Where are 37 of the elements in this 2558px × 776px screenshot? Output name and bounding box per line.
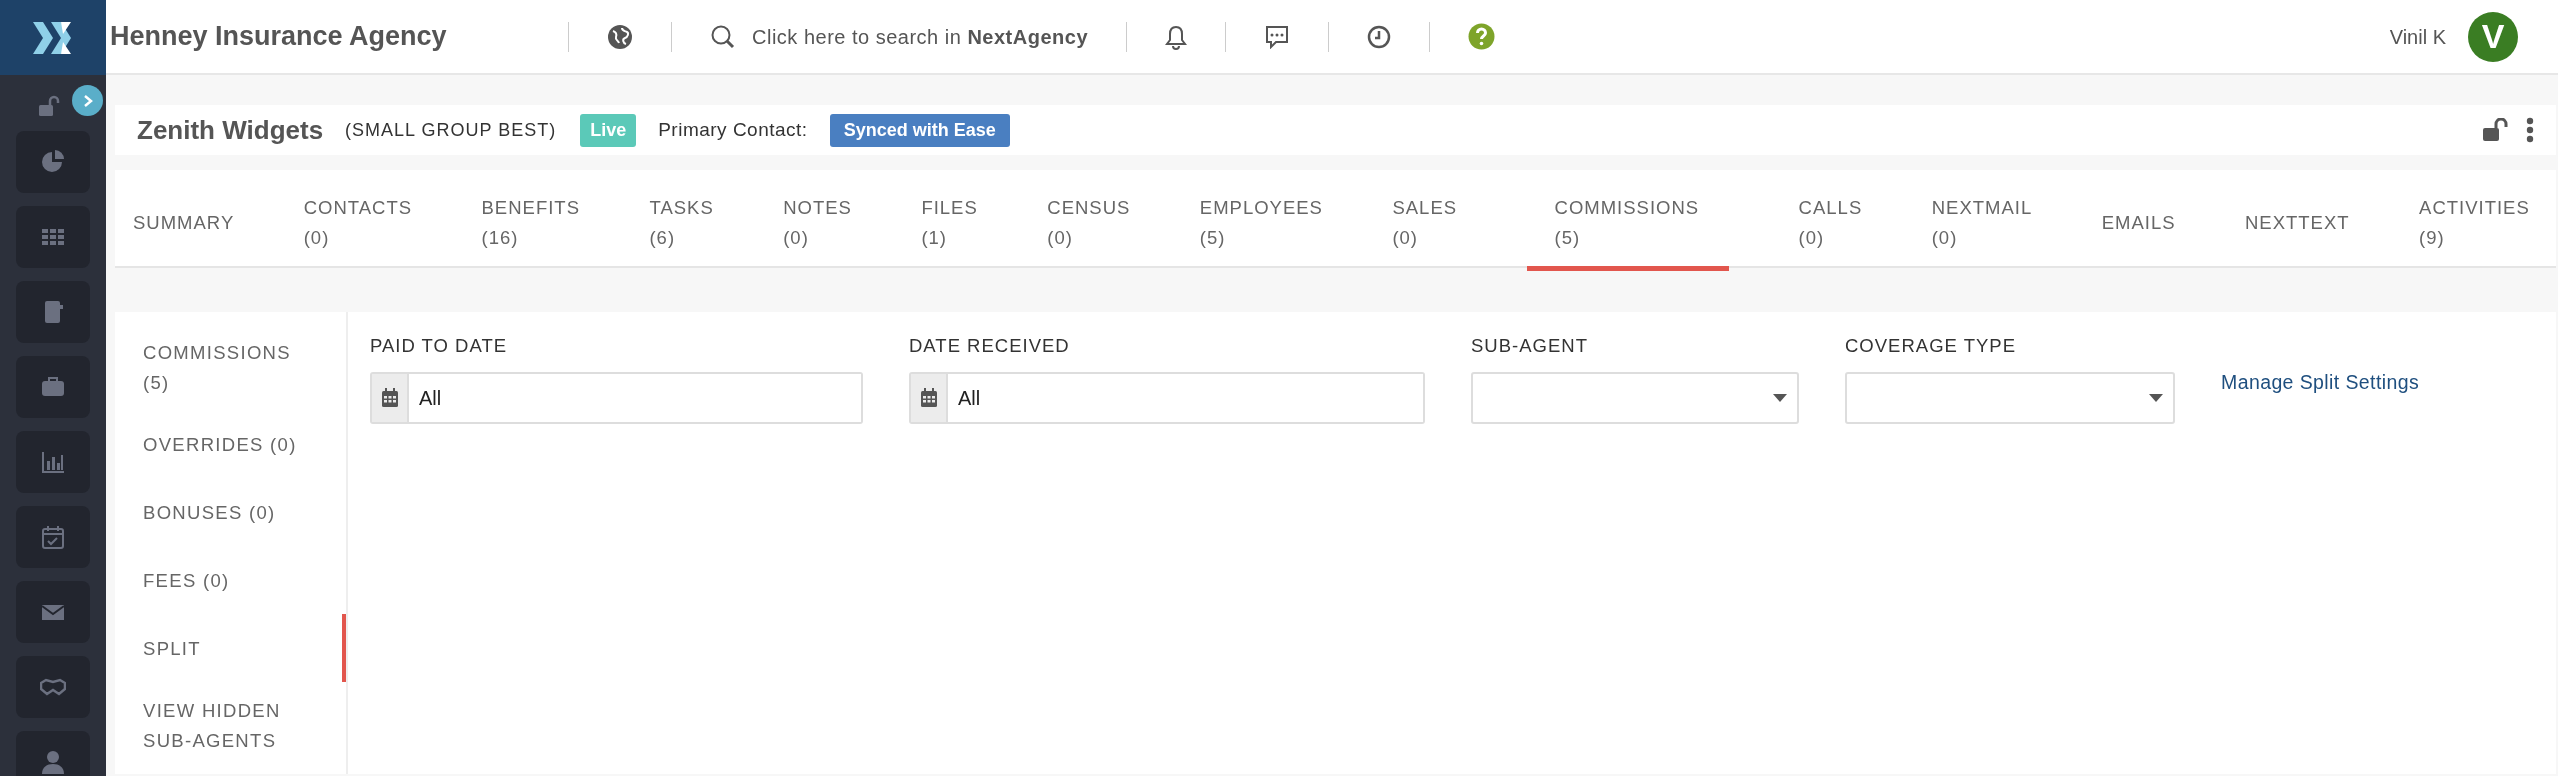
tab[interactable]: FILES (1) xyxy=(921,170,978,271)
filter-label: PAID TO DATE xyxy=(370,334,509,358)
user-avatar[interactable]: V xyxy=(2468,11,2518,62)
sidebar-item[interactable]: VIEW HIDDEN SUB-AGENTS xyxy=(115,682,346,768)
sidebar-item[interactable]: COMMISSIONS (5) xyxy=(115,324,346,410)
tab[interactable]: NEXTMAIL (0) xyxy=(1931,170,2033,271)
manage-split-settings-link[interactable]: Manage Split Settings xyxy=(2221,368,2420,774)
tab[interactable]: SUMMARY xyxy=(133,170,235,271)
sidebar-item[interactable]: FEES (0) xyxy=(115,546,346,614)
date-field[interactable]: All xyxy=(909,371,1425,424)
tab[interactable]: SALES (0) xyxy=(1392,170,1458,271)
tab[interactable]: CONTACTS (0) xyxy=(303,170,413,271)
status-badge: Live xyxy=(580,113,637,147)
tab[interactable]: CENSUS (0) xyxy=(1047,170,1131,271)
search-prompt[interactable]: Click here to search in NextAgency xyxy=(752,21,1089,52)
tab[interactable]: EMPLOYEES (5) xyxy=(1199,170,1323,271)
tab[interactable]: CALLS (0) xyxy=(1798,170,1863,271)
filter-label: DATE RECEIVED xyxy=(909,334,1071,358)
date-field[interactable]: All xyxy=(370,371,863,424)
filter-label: COVERAGE TYPE xyxy=(1845,334,2017,358)
tab[interactable]: EMAILS xyxy=(2101,170,2176,271)
primary-contact-badge[interactable]: Synced with Ease xyxy=(829,113,1010,147)
tab[interactable]: BENEFITS (16) xyxy=(481,170,580,271)
sidebar-item[interactable]: SPLIT xyxy=(115,614,346,682)
tab[interactable]: NEXTTEXT xyxy=(2245,170,2350,271)
sidebar-item[interactable]: BONUSES (0) xyxy=(115,478,346,546)
record-name: Zenith Widgets xyxy=(137,113,324,147)
tab[interactable]: NOTES (0) xyxy=(783,170,852,271)
sidebar-item[interactable]: OVERRIDES (0) xyxy=(115,410,346,478)
tab[interactable]: ACTIVITIES (9) xyxy=(2419,170,2530,271)
filter-label: SUB-AGENT xyxy=(1471,334,1589,358)
tab[interactable]: TASKS (6) xyxy=(649,170,714,271)
plan-name: (SMALL GROUP BEST) xyxy=(345,118,557,142)
user-name[interactable]: Vinil K xyxy=(2389,21,2446,52)
tab[interactable]: COMMISSIONS (5) xyxy=(1526,170,1730,271)
primary-contact-label: Primary Contact: xyxy=(658,117,808,142)
app-title: Henney Insurance Agency xyxy=(110,20,448,54)
